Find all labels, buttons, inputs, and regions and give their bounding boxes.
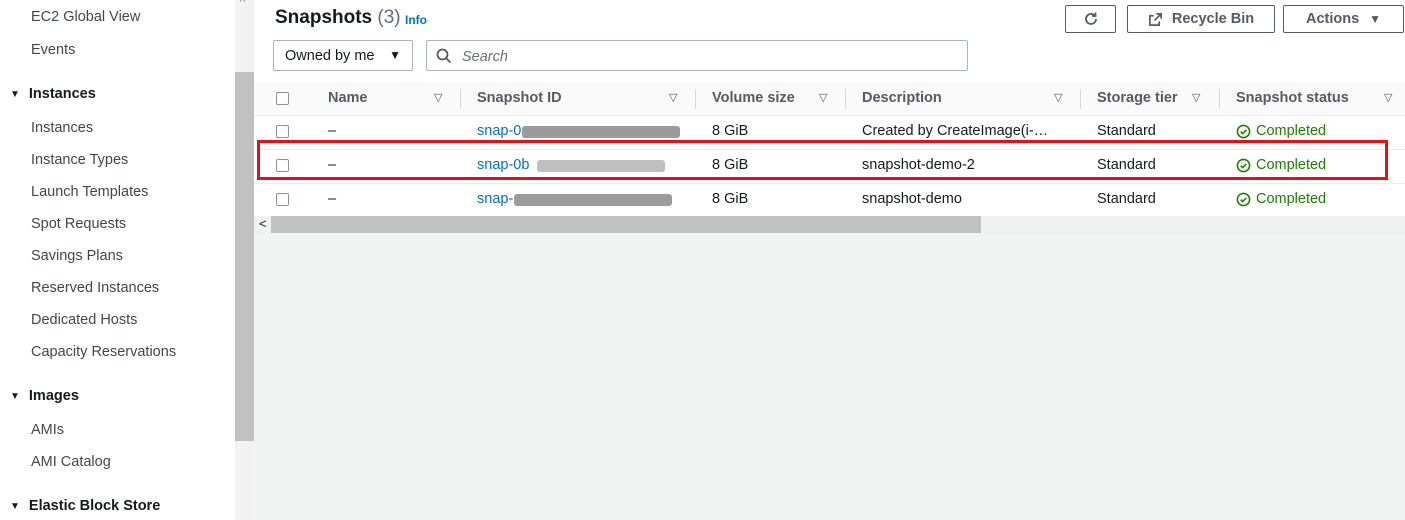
snapshot-id-link[interactable]: snap- xyxy=(477,191,513,207)
sidebar-section-images[interactable]: ▼ Images xyxy=(10,388,79,404)
column-divider[interactable] xyxy=(460,89,461,109)
sidebar-item-reserved-instances[interactable]: Reserved Instances xyxy=(31,280,159,296)
owner-filter-value: Owned by me xyxy=(285,47,375,64)
section-label: Instances xyxy=(28,86,96,102)
check-circle-icon xyxy=(1236,124,1251,138)
highlight-annotation xyxy=(257,140,1388,180)
scroll-left-arrow-icon[interactable]: < xyxy=(259,216,267,231)
status-badge: Completed xyxy=(1236,191,1326,207)
column-header-storage-tier[interactable]: Storage tier xyxy=(1097,90,1178,106)
sidebar-item-events[interactable]: Events xyxy=(31,42,75,58)
sort-icon[interactable]: ▽ xyxy=(819,91,827,104)
search-icon xyxy=(436,48,452,64)
sidebar-item-ec2-global-view[interactable]: EC2 Global View xyxy=(31,9,140,25)
sidebar-scrollbar[interactable]: ^ xyxy=(235,0,254,520)
sidebar-item-instances[interactable]: Instances xyxy=(31,120,93,136)
caret-down-icon: ▼ xyxy=(1369,12,1382,26)
caret-down-icon: ▼ xyxy=(10,89,20,100)
sidebar-item-dedicated-hosts[interactable]: Dedicated Hosts xyxy=(31,312,137,328)
caret-down-icon: ▼ xyxy=(10,391,20,402)
column-divider[interactable] xyxy=(1080,89,1081,109)
owner-filter-select[interactable]: Owned by me ▼ xyxy=(273,40,413,71)
scrollbar-thumb[interactable] xyxy=(235,72,254,441)
section-label: Images xyxy=(28,388,79,404)
row-checkbox[interactable] xyxy=(276,193,289,206)
sort-icon[interactable]: ▽ xyxy=(1384,91,1392,104)
status-text: Completed xyxy=(1256,191,1327,207)
column-header-name[interactable]: Name xyxy=(328,90,368,106)
row-checkbox[interactable] xyxy=(276,125,289,138)
sidebar-item-ami-catalog[interactable]: AMI Catalog xyxy=(31,454,111,470)
sidebar-item-amis[interactable]: AMIs xyxy=(31,422,64,438)
table-horizontal-scrollbar[interactable]: < xyxy=(254,216,1405,233)
sidebar-nav: EC2 Global View Events ▼ Instances Instan… xyxy=(0,0,235,520)
search-field[interactable] xyxy=(426,40,968,71)
recycle-bin-label: Recycle Bin xyxy=(1171,11,1255,27)
info-link[interactable]: Info xyxy=(405,13,427,27)
name-cell: – xyxy=(328,191,337,207)
scroll-up-arrow-icon[interactable]: ^ xyxy=(240,0,245,8)
table-row[interactable]: – snap- 8 GiB snapshot-demo Standard Com… xyxy=(254,183,1405,217)
column-header-volume-size[interactable]: Volume size xyxy=(712,90,795,106)
sort-icon[interactable]: ▽ xyxy=(1054,91,1062,104)
storage-tier-cell: Standard xyxy=(1097,123,1156,139)
actions-button[interactable]: Actions ▼ xyxy=(1283,5,1404,33)
description-cell: Created by CreateImage(i-… xyxy=(862,123,1049,139)
sort-icon[interactable]: ▽ xyxy=(1192,91,1200,104)
name-cell: – xyxy=(328,123,337,139)
snapshot-count: (3) xyxy=(377,7,401,28)
check-circle-icon xyxy=(1236,192,1251,206)
column-header-description[interactable]: Description xyxy=(862,90,942,106)
column-header-snapshot-status[interactable]: Snapshot status xyxy=(1236,90,1349,106)
caret-down-icon: ▼ xyxy=(389,48,401,62)
snapshots-panel: Snapshots (3) Info Recycle Bin Actions ▼… xyxy=(254,0,1405,233)
title-text: Snapshots xyxy=(275,7,373,28)
sidebar-item-instance-types[interactable]: Instance Types xyxy=(31,152,128,168)
select-all-checkbox[interactable] xyxy=(276,92,289,105)
page-title: Snapshots (3) xyxy=(275,7,401,29)
actions-label: Actions xyxy=(1305,11,1360,27)
sidebar-item-capacity-reservations[interactable]: Capacity Reservations xyxy=(31,344,176,360)
sort-icon[interactable]: ▽ xyxy=(669,91,677,104)
column-divider[interactable] xyxy=(845,89,846,109)
description-cell: snapshot-demo xyxy=(862,191,962,207)
snapshot-id-link[interactable]: snap-0 xyxy=(477,123,521,139)
column-header-snapshot-id[interactable]: Snapshot ID xyxy=(477,90,562,106)
recycle-bin-button[interactable]: Recycle Bin xyxy=(1127,5,1275,33)
column-divider[interactable] xyxy=(695,89,696,109)
column-divider[interactable] xyxy=(1219,89,1220,109)
redacted-text xyxy=(522,126,680,138)
volume-size-cell: 8 GiB xyxy=(712,123,749,139)
search-input[interactable] xyxy=(460,45,954,69)
status-badge: Completed xyxy=(1236,123,1326,139)
sidebar-section-instances[interactable]: ▼ Instances xyxy=(10,86,96,102)
sidebar-section-elastic-block-store[interactable]: ▼ Elastic Block Store xyxy=(10,498,160,514)
external-link-icon xyxy=(1148,12,1162,26)
caret-down-icon: ▼ xyxy=(10,501,20,512)
volume-size-cell: 8 GiB xyxy=(712,191,749,207)
sidebar-item-spot-requests[interactable]: Spot Requests xyxy=(31,216,126,232)
status-text: Completed xyxy=(1256,123,1327,139)
sidebar-item-savings-plans[interactable]: Savings Plans xyxy=(31,248,123,264)
refresh-icon xyxy=(1084,12,1097,25)
sort-icon[interactable]: ▽ xyxy=(434,91,442,104)
redacted-text xyxy=(514,194,672,206)
main-content: Snapshots (3) Info Recycle Bin Actions ▼… xyxy=(254,0,1405,520)
table-header: Name ▽ Snapshot ID ▽ Volume size ▽ Descr… xyxy=(254,82,1405,116)
refresh-button[interactable] xyxy=(1065,5,1116,33)
scrollbar-thumb[interactable] xyxy=(271,216,981,233)
sidebar-item-launch-templates[interactable]: Launch Templates xyxy=(31,184,148,200)
section-label: Elastic Block Store xyxy=(28,498,161,514)
storage-tier-cell: Standard xyxy=(1097,191,1156,207)
